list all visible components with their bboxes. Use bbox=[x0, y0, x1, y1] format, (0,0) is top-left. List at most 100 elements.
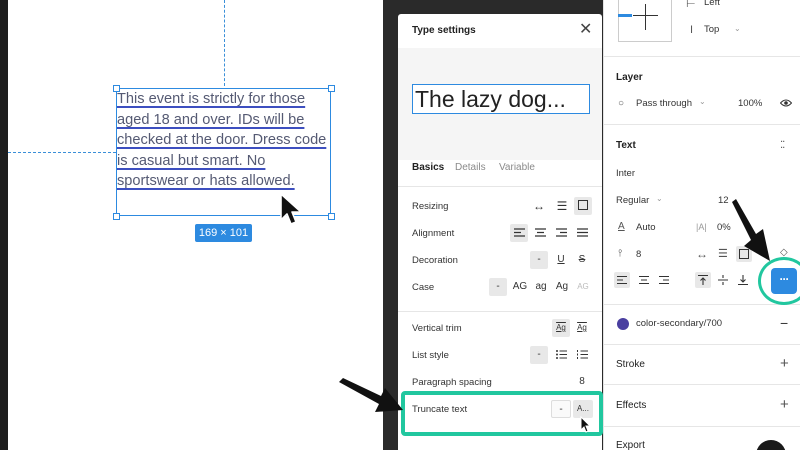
horizontal-constraint-icon: ⊢ bbox=[686, 0, 696, 10]
layer-section-title: Layer bbox=[616, 72, 643, 83]
layer-opacity-input[interactable]: 100% bbox=[738, 98, 762, 109]
blend-mode-icon: ○ bbox=[618, 98, 625, 109]
align-left-icon[interactable] bbox=[510, 224, 528, 242]
case-title-button[interactable]: Ag bbox=[553, 278, 571, 296]
preview-text: The lazy dog... bbox=[415, 86, 566, 112]
horizontal-guide bbox=[8, 152, 116, 153]
resize-handle-bottom-left[interactable] bbox=[113, 213, 120, 220]
truncate-text-highlight bbox=[401, 391, 603, 436]
paragraph-spacing-input[interactable]: 8 bbox=[636, 249, 641, 260]
resize-handle-bottom-right[interactable] bbox=[328, 213, 335, 220]
text-align-center-icon[interactable] bbox=[639, 276, 649, 284]
letter-spacing-input[interactable]: 0% bbox=[717, 222, 731, 233]
size-badge: 169 × 101 bbox=[195, 224, 252, 242]
text-align-right-icon[interactable] bbox=[659, 276, 669, 284]
fill-color-swatch[interactable] bbox=[617, 318, 629, 330]
font-weight-select[interactable]: Regular bbox=[616, 195, 649, 206]
blend-mode-select[interactable]: Pass through bbox=[636, 98, 692, 109]
align-right-icon[interactable] bbox=[552, 224, 570, 242]
vertical-align-bottom-icon[interactable] bbox=[738, 275, 748, 285]
vertical-align-middle-icon[interactable] bbox=[718, 275, 728, 285]
tab-details[interactable]: Details bbox=[455, 162, 486, 173]
strikethrough-button[interactable]: S bbox=[573, 251, 591, 269]
fill-style-name[interactable]: color-secondary/700 bbox=[636, 318, 722, 329]
underline-button[interactable]: U bbox=[552, 251, 570, 269]
pointer-cursor-icon bbox=[580, 416, 592, 433]
divider bbox=[604, 56, 800, 57]
case-smallcaps-button[interactable]: AG bbox=[573, 278, 593, 296]
close-icon[interactable]: ✕ bbox=[579, 22, 592, 38]
vertical-constraint-icon: I bbox=[690, 24, 694, 36]
case-none-button[interactable]: - bbox=[489, 278, 507, 296]
type-settings-header: Type settings ✕ bbox=[398, 14, 602, 48]
eye-icon[interactable] bbox=[780, 98, 792, 108]
text-align-left-icon[interactable] bbox=[614, 272, 630, 288]
align-justify-icon[interactable] bbox=[573, 224, 591, 242]
resizing-label: Resizing bbox=[412, 201, 449, 212]
case-upper-button[interactable]: AG bbox=[510, 278, 530, 296]
numbered-list-icon[interactable] bbox=[573, 346, 591, 364]
paragraph-spacing-row: Paragraph spacing 8 bbox=[412, 373, 592, 393]
add-stroke-icon[interactable]: + bbox=[780, 356, 789, 371]
line-height-input[interactable]: Auto bbox=[636, 222, 656, 233]
divider bbox=[398, 186, 602, 187]
design-canvas[interactable]: This event is strictly for those aged 18… bbox=[8, 0, 383, 450]
canvas-text-layer[interactable]: This event is strictly for those aged 18… bbox=[117, 89, 331, 192]
vertical-trim-standard-button[interactable]: Ag bbox=[552, 319, 570, 337]
vertical-trim-label: Vertical trim bbox=[412, 323, 462, 334]
grid-dots-icon[interactable]: ⁚⁚ bbox=[780, 140, 785, 152]
type-preview-area: The lazy dog... bbox=[398, 48, 602, 160]
vertical-guide bbox=[224, 0, 225, 86]
divider bbox=[604, 304, 800, 305]
font-family-select[interactable]: Inter bbox=[616, 168, 635, 179]
auto-height-icon[interactable]: ☰ bbox=[552, 197, 572, 215]
add-effect-icon[interactable]: + bbox=[780, 397, 789, 412]
paragraph-spacing-icon: ⫯ bbox=[618, 248, 623, 259]
chevron-down-icon[interactable]: ⌄ bbox=[656, 194, 663, 203]
list-style-label: List style bbox=[412, 350, 449, 361]
divider bbox=[398, 311, 602, 312]
auto-width-icon[interactable]: ↔ bbox=[696, 248, 708, 260]
tab-variable[interactable]: Variable bbox=[499, 162, 535, 173]
decoration-row: Decoration - U S bbox=[412, 251, 592, 271]
mouse-cursor-icon bbox=[280, 193, 302, 225]
constraints-widget[interactable] bbox=[618, 0, 672, 42]
decoration-none-button[interactable]: - bbox=[530, 251, 548, 269]
annotation-arrow-icon bbox=[339, 378, 403, 412]
chevron-down-icon[interactable]: ⌄ bbox=[734, 24, 741, 33]
vertical-align-top-icon[interactable] bbox=[695, 272, 711, 288]
left-edge bbox=[0, 0, 8, 450]
bulleted-list-icon[interactable] bbox=[552, 346, 570, 364]
auto-width-icon[interactable]: ↔ bbox=[529, 197, 549, 215]
vertical-trim-row: Vertical trim Ag Ag bbox=[412, 319, 592, 339]
case-row: Case - AG ag Ag AG bbox=[412, 278, 592, 298]
case-lower-button[interactable]: ag bbox=[532, 278, 550, 296]
divider bbox=[604, 384, 800, 385]
divider bbox=[604, 426, 800, 427]
auto-height-icon[interactable]: ☰ bbox=[718, 248, 728, 260]
chevron-down-icon[interactable]: ⌄ bbox=[699, 97, 706, 106]
vertical-constraint-value[interactable]: Top bbox=[704, 24, 719, 35]
vertical-trim-cap-button[interactable]: Ag bbox=[573, 319, 591, 337]
effects-section-title: Effects bbox=[616, 400, 647, 411]
list-none-button[interactable]: - bbox=[530, 346, 548, 364]
export-section-title: Export bbox=[616, 440, 645, 450]
type-settings-title: Type settings bbox=[412, 25, 476, 36]
divider bbox=[604, 344, 800, 345]
horizontal-constraint-value[interactable]: Left bbox=[704, 0, 720, 8]
remove-fill-button[interactable]: − bbox=[780, 315, 788, 331]
letter-spacing-icon: |A| bbox=[696, 222, 707, 232]
list-style-row: List style - bbox=[412, 346, 592, 366]
decoration-label: Decoration bbox=[412, 255, 458, 266]
alignment-row: Alignment bbox=[412, 224, 592, 244]
fixed-size-icon[interactable] bbox=[574, 197, 592, 215]
alignment-label: Alignment bbox=[412, 228, 455, 239]
case-label: Case bbox=[412, 282, 435, 293]
align-center-icon[interactable] bbox=[531, 224, 549, 242]
paragraph-spacing-label: Paragraph spacing bbox=[412, 377, 492, 388]
tab-basics[interactable]: Basics bbox=[412, 162, 444, 173]
annotation-arrow-icon bbox=[732, 199, 770, 261]
paragraph-spacing-input[interactable]: 8 bbox=[572, 373, 592, 391]
stroke-section-title: Stroke bbox=[616, 359, 645, 370]
font-size-input[interactable]: 12 bbox=[718, 195, 729, 206]
